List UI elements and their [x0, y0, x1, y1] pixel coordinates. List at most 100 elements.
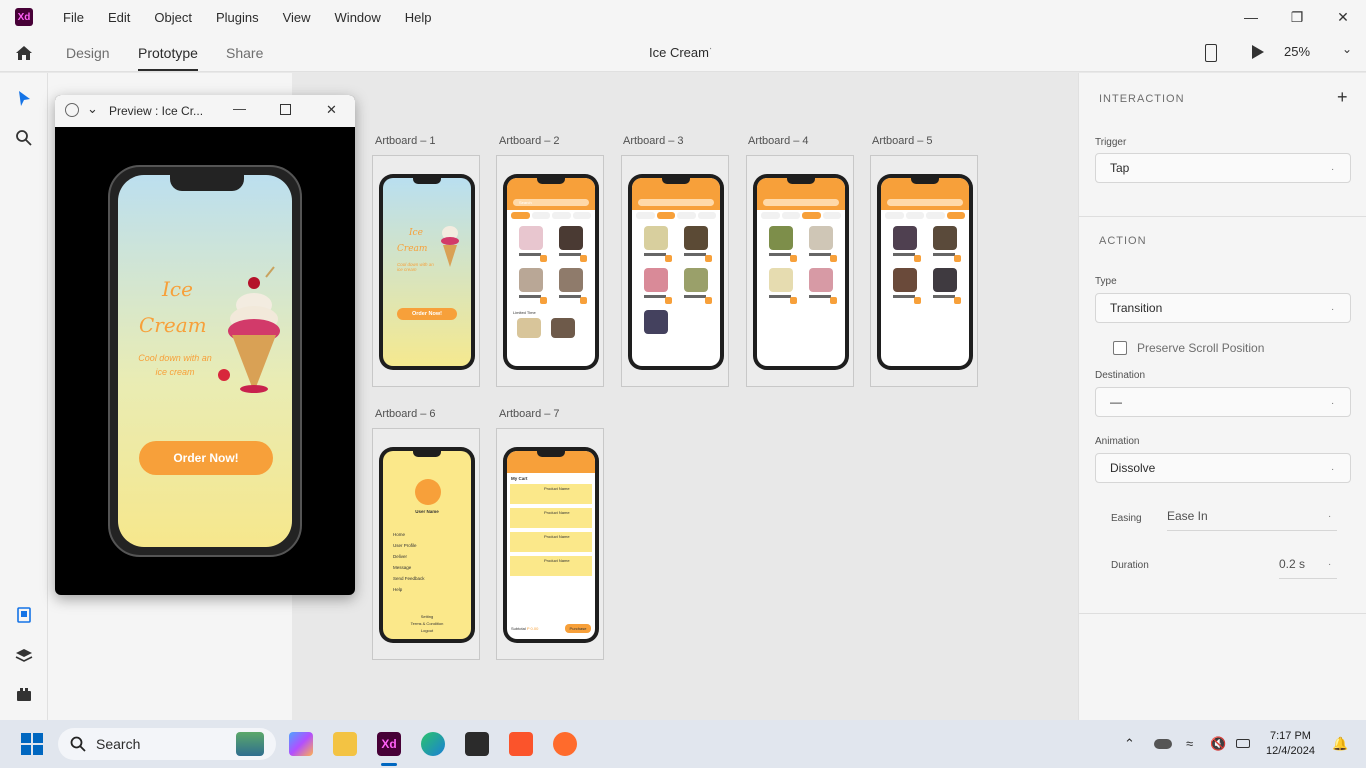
minimize-icon[interactable]: — [233, 101, 246, 116]
animation-label: Animation [1095, 436, 1140, 447]
artboard-label[interactable]: Artboard – 3 [623, 135, 684, 147]
menu-view[interactable]: View [271, 10, 323, 25]
welcome-screen: Ice Cream Cool down with an ice cream Or… [383, 178, 471, 366]
artboard-4[interactable] [746, 155, 854, 387]
destination-dropdown[interactable]: —. [1095, 387, 1351, 417]
artboard-label[interactable]: Artboard – 1 [375, 135, 436, 147]
chevron-down-icon: . [1331, 302, 1334, 313]
mini-cart-list: Product Name Product Name Product Name P… [507, 484, 595, 576]
type-dropdown[interactable]: Transition. [1095, 293, 1351, 323]
screen-title-line2: Cream [139, 313, 207, 337]
tab-prototype[interactable]: Prototype [138, 45, 198, 71]
copilot-icon[interactable] [289, 732, 313, 756]
document-chevron-icon[interactable]: ⋅ [709, 44, 712, 55]
welcome-screen: Ice Cream Cool down with an ice cream Or… [118, 175, 292, 547]
artboard-2[interactable]: Search Limited Time [496, 155, 604, 387]
chevron-down-icon: . [1328, 509, 1331, 520]
adobe-xd-icon[interactable]: Xd [377, 732, 401, 756]
search-icon[interactable] [14, 128, 34, 148]
avatar [415, 479, 441, 505]
menu-plugins[interactable]: Plugins [204, 10, 271, 25]
left-toolbar [0, 73, 48, 720]
trigger-label: Trigger [1095, 137, 1127, 148]
zoom-level[interactable]: 25% [1284, 44, 1310, 59]
wifi-icon[interactable]: ≈ [1186, 736, 1193, 751]
mini-cart-title: My Cart [511, 476, 528, 481]
properties-panel: INTERACTION + Trigger Tap. ACTION Type T… [1078, 73, 1366, 720]
destination-label: Destination [1095, 370, 1146, 381]
easing-label: Easing [1111, 513, 1142, 524]
menu-edit[interactable]: Edit [96, 10, 142, 25]
mini-menu-list: Home User Profile Deliver Message Send F… [393, 532, 425, 592]
tab-design[interactable]: Design [66, 45, 110, 61]
artboard-label[interactable]: Artboard – 6 [375, 408, 436, 420]
battery-icon[interactable] [1236, 739, 1250, 748]
home-icon[interactable] [14, 43, 34, 63]
system-clock[interactable]: 7:17 PM 12/4/2024 [1266, 729, 1315, 759]
mini-title: Ice [409, 228, 423, 238]
windows-start-icon[interactable] [21, 733, 43, 755]
record-icon[interactable] [65, 103, 79, 117]
mini-search: Search [513, 199, 589, 206]
maximize-icon[interactable] [280, 104, 291, 115]
artboard-6[interactable]: User Name Home User Profile Deliver Mess… [372, 428, 480, 660]
artboard-1[interactable]: Ice Cream Cool down with an ice cream Or… [372, 155, 480, 387]
menu-object[interactable]: Object [142, 10, 204, 25]
easing-dropdown[interactable]: Ease In. [1167, 509, 1337, 531]
volume-muted-icon[interactable]: 🔇 [1210, 736, 1226, 752]
plugins-icon[interactable] [14, 685, 34, 705]
file-explorer-icon[interactable] [333, 732, 357, 756]
artboard-label[interactable]: Artboard – 2 [499, 135, 560, 147]
artboard-7[interactable]: My Cart Product Name Product Name Produc… [496, 428, 604, 660]
duration-label: Duration [1111, 560, 1149, 571]
artboard-3[interactable] [621, 155, 729, 387]
chevron-up-icon[interactable]: ⌃ [1124, 736, 1135, 752]
notification-bell-icon[interactable]: 🔔 [1332, 736, 1348, 752]
duration-input[interactable]: 0.2 s. [1279, 557, 1337, 579]
minimize-icon[interactable]: — [1228, 0, 1274, 34]
preview-window[interactable]: ⌄ Preview : Ice Cr... — ✕ Ice Cream Cool… [55, 95, 355, 595]
action-section-title: ACTION [1099, 235, 1147, 247]
menu-window[interactable]: Window [323, 10, 393, 25]
chevron-down-icon[interactable]: ⌄ [1342, 42, 1352, 56]
terminal-icon[interactable] [465, 732, 489, 756]
search-placeholder: Search [96, 736, 141, 752]
order-now-button[interactable]: Order Now! [139, 441, 273, 475]
select-arrow-icon[interactable] [14, 89, 34, 109]
brave-icon[interactable] [509, 732, 533, 756]
trigger-dropdown[interactable]: Tap. [1095, 153, 1351, 183]
artboard-5[interactable] [870, 155, 978, 387]
canvas[interactable]: Artboard – 1 Artboard – 2 Artboard – 3 A… [292, 73, 1078, 720]
close-icon[interactable]: ✕ [1320, 0, 1366, 34]
menu-file[interactable]: File [51, 10, 96, 25]
tab-share[interactable]: Share [226, 45, 263, 61]
xd-logo-icon: Xd [15, 8, 33, 26]
home-screen: Search Limited Time [507, 178, 595, 366]
add-icon[interactable]: + [1337, 87, 1348, 108]
mini-order-button: Order Now! [397, 308, 457, 320]
menu-help[interactable]: Help [393, 10, 444, 25]
document-assets-icon[interactable] [14, 605, 34, 625]
artboard-label[interactable]: Artboard – 4 [748, 135, 809, 147]
play-icon[interactable] [1252, 45, 1264, 59]
device-preview-icon[interactable] [1205, 44, 1217, 62]
mini-menu-footer: Setting Terms & Condition Logout [410, 614, 444, 633]
title-bar: Xd File Edit Object Plugins View Window … [0, 0, 1366, 34]
cart-screen: My Cart Product Name Product Name Produc… [507, 451, 595, 639]
preserve-scroll-checkbox[interactable] [1113, 341, 1127, 355]
profile-menu-screen: User Name Home User Profile Deliver Mess… [383, 451, 471, 639]
artboard-label[interactable]: Artboard – 7 [499, 408, 560, 420]
animation-dropdown[interactable]: Dissolve. [1095, 453, 1351, 483]
onedrive-icon[interactable] [1154, 739, 1172, 749]
edge-icon[interactable] [421, 732, 445, 756]
chevron-down-icon[interactable]: ⌄ [87, 101, 98, 117]
taskbar-search[interactable]: Search [58, 728, 276, 760]
restore-icon[interactable]: ❐ [1274, 0, 1320, 34]
swift-icon[interactable] [553, 732, 577, 756]
close-icon[interactable]: ✕ [326, 102, 337, 118]
layers-icon[interactable] [14, 646, 34, 666]
document-title[interactable]: Ice Cream [649, 45, 709, 60]
mini-title: Cream [397, 244, 428, 254]
search-highlight-icon [236, 732, 264, 756]
artboard-label[interactable]: Artboard – 5 [872, 135, 933, 147]
